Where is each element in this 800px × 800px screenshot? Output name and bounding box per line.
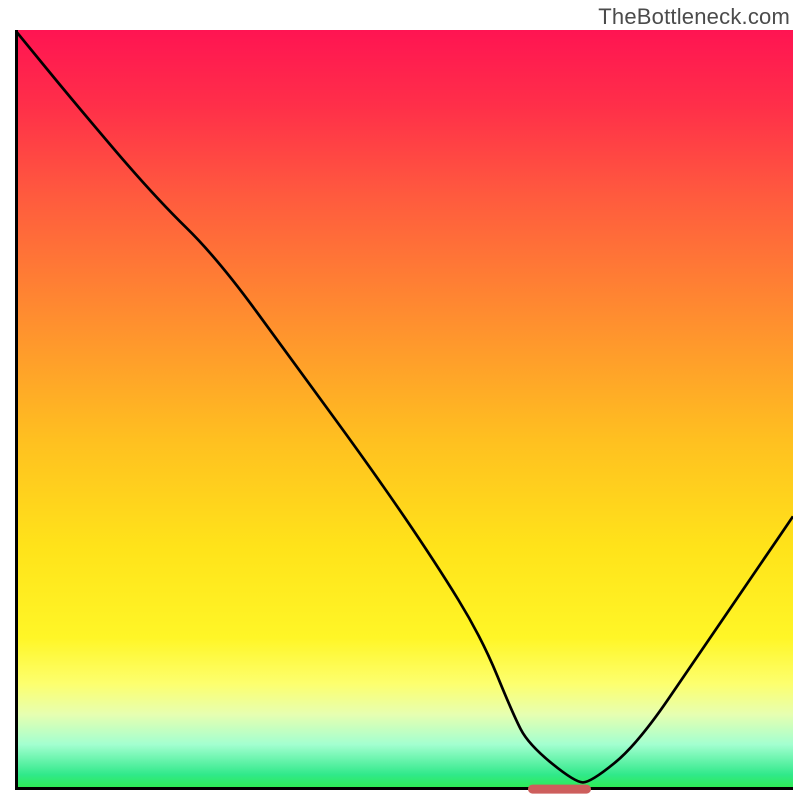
plot-area <box>15 30 793 790</box>
bottleneck-chart: TheBottleneck.com <box>0 0 800 800</box>
watermark-text: TheBottleneck.com <box>598 4 790 30</box>
optimal-range-marker <box>528 785 590 794</box>
gradient-background <box>15 30 793 790</box>
